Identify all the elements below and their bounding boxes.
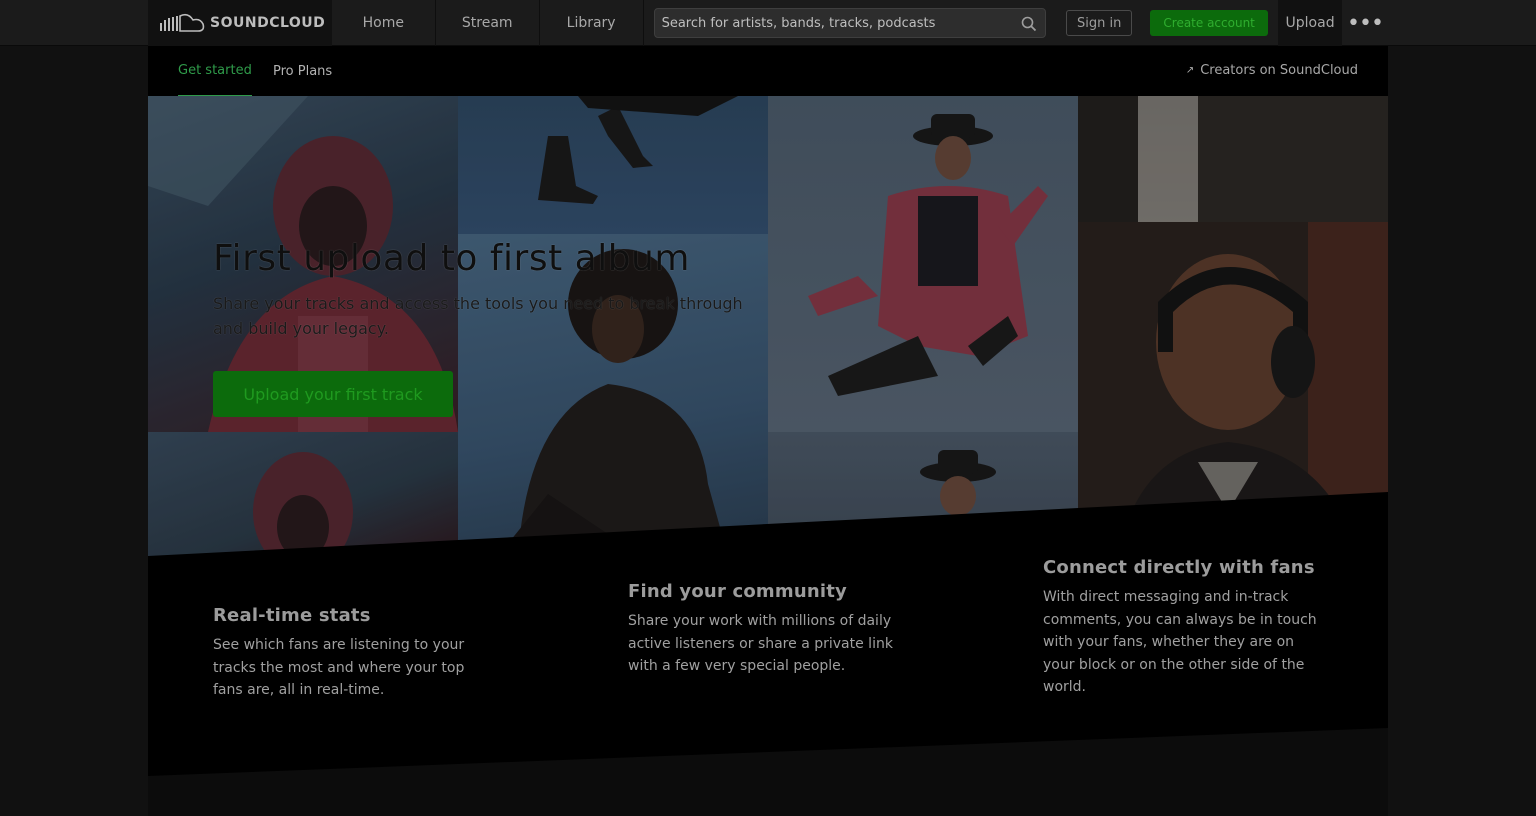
hero-banner: First upload to first album Share your t… <box>148 96 1388 556</box>
feature-find-community: Find your community Share your work with… <box>628 581 913 678</box>
main-content: Get started Pro Plans ↗ Creators on Soun… <box>148 46 1388 816</box>
upload-link[interactable]: Upload <box>1278 0 1343 46</box>
soundcloud-logo[interactable]: SOUNDCLOUD <box>148 0 332 46</box>
upload-first-track-button[interactable]: Upload your first track <box>213 371 453 417</box>
search-box <box>653 8 1047 38</box>
logo-text: SOUNDCLOUD <box>210 15 326 31</box>
feature-text: See which fans are listening to your tra… <box>213 637 465 698</box>
nav-library[interactable]: Library <box>540 0 644 46</box>
nav-stream[interactable]: Stream <box>436 0 540 46</box>
nav-home[interactable]: Home <box>332 0 436 46</box>
feature-text: With direct messaging and in-track comme… <box>1043 589 1317 695</box>
hero-subtitle: Share your tracks and access the tools y… <box>213 294 743 338</box>
creators-label: Creators on SoundCloud <box>1200 62 1358 78</box>
soundcloud-cloud-icon <box>160 13 205 32</box>
feature-text: Share your work with millions of daily a… <box>628 613 893 674</box>
tab-get-started[interactable]: Get started <box>178 46 252 96</box>
sub-nav: Get started Pro Plans ↗ Creators on Soun… <box>148 46 1388 96</box>
feature-title: Connect directly with fans <box>1043 557 1315 578</box>
more-dots-icon[interactable]: ••• <box>1342 0 1388 46</box>
hero-title: First upload to first album <box>213 238 690 279</box>
top-nav-bar: SOUNDCLOUD Home Stream Library Sign in C… <box>0 0 1536 46</box>
creators-link[interactable]: ↗ Creators on SoundCloud <box>1186 46 1358 94</box>
search-icon[interactable] <box>1021 16 1037 32</box>
feature-connect-fans: Connect directly with fans With direct m… <box>1043 557 1328 699</box>
tab-pro-plans[interactable]: Pro Plans <box>273 46 332 96</box>
feature-real-time-stats: Real-time stats See which fans are liste… <box>213 605 483 702</box>
sign-in-button[interactable]: Sign in <box>1066 10 1133 36</box>
feature-title: Find your community <box>628 581 847 602</box>
external-link-icon: ↗ <box>1185 64 1195 76</box>
feature-title: Real-time stats <box>213 605 371 626</box>
create-account-button[interactable]: Create account <box>1150 10 1269 36</box>
top-nav-inner: SOUNDCLOUD Home Stream Library Sign in C… <box>148 0 1388 46</box>
bottom-diagonal-band <box>148 728 1388 816</box>
search-input[interactable] <box>654 9 1046 37</box>
